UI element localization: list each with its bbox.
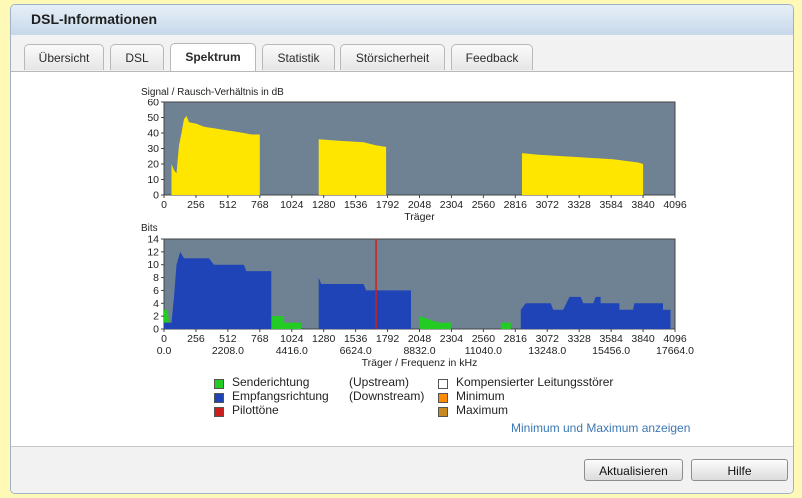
y-tick-label-3: 6 xyxy=(153,285,159,297)
spectrum-content: Signal / Rausch-Verhältnis in dB 0 10 20 30… xyxy=(11,72,793,446)
tab-bar: Übersicht DSL Spektrum Statistik Störsic… xyxy=(11,35,793,72)
window-title-bar: DSL-Informationen xyxy=(11,5,793,36)
y-tick-label-6: 60 xyxy=(147,99,159,109)
x-tick-label-8: 2048 xyxy=(408,333,432,345)
x-tick-label-1: 256 xyxy=(187,333,205,345)
y-tick-label-6: 12 xyxy=(147,246,159,258)
x-tick-label-9: 2304 xyxy=(440,199,464,211)
y-tick-label-5: 50 xyxy=(147,112,159,124)
tab-statistics[interactable]: Statistik xyxy=(262,44,335,70)
x-tick-label-0: 0 xyxy=(161,199,167,211)
tab-noise-immunity[interactable]: Störsicherheit xyxy=(340,44,445,70)
x-tick-label-14: 3584 xyxy=(599,199,623,211)
y-tick-label-0: 0 xyxy=(153,324,159,336)
x-tick-label-7: 1792 xyxy=(376,199,400,211)
legend-recv-label: Empfangsrichtung xyxy=(232,389,329,403)
y-tick-label-4: 40 xyxy=(147,128,159,140)
x-axis-label: Träger / Frequenz in kHz xyxy=(362,357,478,369)
x-tick-label-13: 3328 xyxy=(568,199,592,211)
x-tick-label-4: 1024 xyxy=(280,333,304,345)
y-tick-label-1: 2 xyxy=(153,311,159,323)
bits-chart-title: Bits xyxy=(141,223,158,234)
x-tick-label-15: 3840 xyxy=(631,199,655,211)
legend-swatch-max xyxy=(438,407,448,417)
legend-min-label: Minimum xyxy=(456,389,505,403)
x-tick-label-12: 3072 xyxy=(536,199,560,211)
y-tick-label-7: 14 xyxy=(147,235,159,246)
x-tick-label-6: 1536 xyxy=(344,333,368,345)
x-tick-label-1: 256 xyxy=(187,199,205,211)
legend-max-label: Maximum xyxy=(456,403,509,417)
x-tick-label-15: 3840 xyxy=(631,333,655,345)
y-tick-label-2: 4 xyxy=(153,298,159,310)
y-tick-label-4: 8 xyxy=(153,272,159,284)
legend-pilot-label: Pilottöne xyxy=(232,403,279,417)
help-button[interactable]: Hilfe xyxy=(691,459,788,481)
x-tick-label-3: 768 xyxy=(251,199,269,211)
x-tick-label-11: 2816 xyxy=(504,333,528,345)
legend-comp-label: Kompensierter Leitungsstörer xyxy=(456,375,614,389)
x-tick-khz-label-7: 15456.0 xyxy=(592,345,630,357)
bits-chart: 02468101214 0 256 512 768 1024 1280 1536 1792 204… xyxy=(147,235,694,369)
x-tick-label-13: 3328 xyxy=(568,333,592,345)
snr-chart: 0 10 20 30 40 50 60 0 256 512 768 1024 1280 1536 1792 2… xyxy=(147,99,687,223)
legend-swatch-min xyxy=(438,393,448,403)
x-tick-khz-label-5: 11040.0 xyxy=(465,345,502,357)
x-tick-khz-label-4: 8832.0 xyxy=(403,345,435,357)
y-tick-label-1: 10 xyxy=(147,174,159,186)
x-tick-label-7: 1792 xyxy=(376,333,400,345)
x-tick-label-5: 1280 xyxy=(312,333,336,345)
legend-swatch-comp xyxy=(438,379,448,389)
x-tick-label-16: 4096 xyxy=(663,333,687,345)
x-tick-label-8: 2048 xyxy=(408,199,432,211)
x-tick-label-16: 4096 xyxy=(663,199,687,211)
x-tick-khz-label-2: 4416.0 xyxy=(276,345,308,357)
window-title: DSL-Informationen xyxy=(31,11,157,27)
x-tick-label-5: 1280 xyxy=(312,199,336,211)
legend-recv-direction: (Downstream) xyxy=(349,389,425,403)
x-tick-label-10: 2560 xyxy=(472,199,496,211)
tab-feedback[interactable]: Feedback xyxy=(451,44,533,70)
legend-send-direction: (Upstream) xyxy=(349,375,410,389)
legend-swatch-recv xyxy=(214,393,224,403)
series-area-1 xyxy=(318,139,387,195)
x-tick-label-14: 3584 xyxy=(599,333,623,345)
x-tick-label-2: 512 xyxy=(219,333,237,345)
tab-spectrum[interactable]: Spektrum xyxy=(170,43,256,71)
y-tick-label-5: 10 xyxy=(147,259,159,271)
dsl-info-window: DSL-Informationen Übersicht DSL Spektrum… xyxy=(10,4,794,494)
x-axis-label: Träger xyxy=(404,211,435,223)
x-tick-label-2: 512 xyxy=(219,199,237,211)
show-minmax-link[interactable]: Minimum und Maximum anzeigen xyxy=(511,421,690,435)
x-tick-label-6: 1536 xyxy=(344,199,368,211)
x-tick-label-11: 2816 xyxy=(504,199,528,211)
y-tick-label-0: 0 xyxy=(153,190,159,202)
tab-dsl[interactable]: DSL xyxy=(110,44,164,70)
x-tick-khz-label-8: 17664.0 xyxy=(656,345,694,357)
x-tick-khz-label-0: 0.0 xyxy=(157,345,172,357)
y-tick-label-3: 30 xyxy=(147,143,159,155)
x-tick-khz-label-1: 2208.0 xyxy=(212,345,244,357)
x-tick-khz-label-3: 6624.0 xyxy=(340,345,372,357)
legend-send-label: Senderichtung xyxy=(232,375,310,389)
legend-swatch-pilot xyxy=(214,407,224,417)
x-tick-label-9: 2304 xyxy=(440,333,464,345)
x-tick-label-10: 2560 xyxy=(472,333,496,345)
x-tick-label-0: 0 xyxy=(161,333,167,345)
y-tick-label-2: 20 xyxy=(147,159,159,171)
x-tick-label-3: 768 xyxy=(251,333,269,345)
x-tick-label-4: 1024 xyxy=(280,199,304,211)
x-tick-label-12: 3072 xyxy=(536,333,560,345)
legend-swatch-send xyxy=(214,379,224,389)
tab-overview[interactable]: Übersicht xyxy=(24,44,104,70)
snr-chart-title: Signal / Rausch-Verhältnis in dB xyxy=(141,87,284,98)
x-tick-khz-label-6: 13248.0 xyxy=(528,345,566,357)
footer-bar: Aktualisieren Hilfe xyxy=(11,446,793,493)
refresh-button[interactable]: Aktualisieren xyxy=(584,459,683,481)
